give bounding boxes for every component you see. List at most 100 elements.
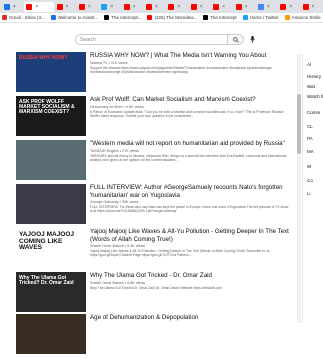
video-item[interactable]: YAJOOJ MAJOOJ COMING LIKE WAVES Yajooj Ma… — [16, 228, 290, 272]
voice-search-button[interactable] — [248, 35, 257, 44]
close-tab-icon[interactable]: × — [13, 4, 16, 10]
video-thumbnail[interactable] — [16, 140, 86, 180]
video-item[interactable]: Age of Dehumanization & Depopulation — [16, 314, 290, 358]
browser-tab[interactable]: × — [189, 2, 210, 12]
side-panel-item[interactable]: Al — [307, 62, 311, 67]
video-title[interactable]: FULL INTERVIEW: Author #GeorgeSamuely re… — [90, 184, 290, 199]
close-tab-icon[interactable]: × — [88, 4, 91, 10]
video-meta: Age of Dehumanization & Depopulation — [90, 314, 290, 322]
bookmark-item[interactable]: Amazon Smile — [284, 15, 321, 20]
bookmark-favicon-icon — [50, 15, 56, 20]
close-tab-icon[interactable]: × — [245, 4, 248, 10]
video-description: A Patron of Economic Update asks: "Can y… — [90, 109, 284, 118]
close-tab-icon[interactable]: × — [110, 4, 113, 10]
browser-tab[interactable]: × — [256, 2, 277, 12]
close-tab-icon[interactable]: × — [177, 4, 180, 10]
browser-tab[interactable]: × — [144, 2, 165, 12]
side-panel-item[interactable]: Li — [307, 191, 311, 196]
video-channel[interactable]: TASS/UR English • 27K views — [90, 149, 290, 153]
tab-favicon-icon — [235, 3, 242, 10]
tab-favicon-icon — [123, 3, 130, 10]
video-thumbnail[interactable]: RUSSIA WHY NOW? — [16, 52, 86, 92]
browser-tab[interactable]: × — [99, 2, 120, 12]
search-button[interactable] — [228, 34, 244, 45]
close-tab-icon[interactable]: × — [133, 4, 136, 10]
side-panel-item[interactable]: MA — [307, 149, 314, 154]
browser-tab[interactable]: × — [24, 1, 54, 12]
browser-tab[interactable]: × — [55, 2, 76, 12]
browser-tab[interactable]: × — [301, 2, 322, 12]
mic-icon — [250, 36, 255, 43]
video-channel[interactable]: Navara TV • 11K views — [90, 61, 290, 65]
browser-tab[interactable]: × — [166, 2, 187, 12]
video-title[interactable]: Yajooj Majooj Like Waves & Alt-Yu Pollut… — [90, 228, 290, 243]
video-channel[interactable]: Sheikh Omar Baloch • 6.8K views — [90, 281, 290, 285]
bookmark-favicon-icon — [242, 15, 248, 20]
bookmark-label: Welcome to Assist... — [57, 15, 99, 20]
search-input[interactable]: Search — [75, 34, 228, 45]
bookmark-label: The Intercept... — [111, 15, 142, 20]
video-item[interactable]: RUSSIA WHY NOW? RUSSIA WHY NOW? | What Th… — [16, 52, 290, 96]
video-thumbnail[interactable] — [16, 184, 86, 224]
bookmark-item[interactable]: (225) The Moredew... — [147, 15, 197, 20]
scrollbar-thumb[interactable] — [297, 94, 301, 154]
bookmark-favicon-icon — [104, 15, 110, 20]
history-side-panel: Al History Wat Watch h Comm CL PA MA W Co Li — [302, 54, 323, 323]
bookmark-item[interactable]: Home / Twitter — [242, 15, 279, 20]
browser-tab[interactable]: × — [77, 2, 98, 12]
video-item[interactable]: Why The Ulama Got Tricked? Dr. Omar Zaid… — [16, 272, 290, 316]
side-panel-item[interactable]: Comm — [307, 110, 320, 115]
video-item[interactable]: FULL INTERVIEW: Author #GeorgeSamuely re… — [16, 184, 290, 228]
video-channel[interactable]: George Galloway • 39K views — [90, 200, 290, 204]
bookmark-item[interactable]: Welcome to Assist... — [50, 15, 99, 20]
side-panel-item[interactable]: PA — [307, 136, 313, 141]
youtube-header: Search — [0, 23, 323, 54]
video-channel[interactable]: Democracy At Work • 4.5K views — [90, 105, 290, 109]
close-tab-icon[interactable]: × — [267, 4, 270, 10]
video-description: Why The Ulama Got Tricked Dr. Omar Zaid … — [90, 285, 223, 290]
side-panel-item[interactable]: W — [307, 164, 311, 169]
close-tab-icon[interactable]: × — [35, 4, 38, 10]
close-tab-icon[interactable]: × — [289, 4, 292, 10]
close-tab-icon[interactable]: × — [200, 4, 203, 10]
video-title[interactable]: RUSSIA WHY NOW? | What The Media Isn't W… — [90, 52, 290, 60]
tab-favicon-icon — [302, 3, 309, 10]
bookmark-favicon-icon — [203, 15, 209, 20]
bookmark-item[interactable]: Gmail - Inbox (3... — [2, 15, 45, 20]
tab-favicon-icon — [257, 3, 264, 10]
tab-favicon-icon — [78, 3, 85, 10]
video-thumbnail[interactable]: ASK PROF WOLFF MARKET SOCIALISM & MARXIS… — [16, 96, 86, 136]
thumbnail-caption: YAJOOJ MAJOOJ COMING LIKE WAVES — [19, 231, 75, 251]
side-panel-item[interactable]: CL — [307, 124, 313, 129]
side-panel-item[interactable]: Wat — [307, 84, 315, 89]
video-title[interactable]: "Western media will not report on humani… — [90, 140, 290, 148]
video-title[interactable]: Why The Ulama Got Tricked - Dr. Omar Zai… — [90, 272, 290, 280]
video-thumbnail[interactable] — [16, 314, 86, 354]
browser-tab[interactable]: × — [2, 2, 23, 12]
video-thumbnail[interactable]: YAJOOJ MAJOOJ COMING LIKE WAVES — [16, 228, 86, 268]
video-channel[interactable]: Sheikh Omar Baloch • 9.4K views — [90, 244, 290, 248]
video-item[interactable]: ASK PROF WOLFF MARKET SOCIALISM & MARXIS… — [16, 96, 290, 140]
video-item[interactable]: "Western media will not report on humani… — [16, 140, 290, 184]
scrollbar[interactable] — [297, 54, 301, 323]
browser-tab[interactable]: × — [211, 2, 232, 12]
browser-tab[interactable]: × — [122, 2, 143, 12]
close-tab-icon[interactable]: × — [66, 4, 69, 10]
browser-tab-strip: × × × × × × × × × × × × × × — [0, 0, 323, 13]
close-tab-icon[interactable]: × — [222, 4, 225, 10]
bookmark-item[interactable]: The Intercept... — [104, 15, 141, 20]
browser-tab[interactable]: × — [278, 2, 299, 12]
browser-tab[interactable]: × — [234, 2, 255, 12]
video-description: FULL INTERVIEW: For those who say Nato h… — [90, 205, 289, 214]
video-title[interactable]: Ask Prof Wolff: Can Market Socialism and… — [90, 96, 290, 104]
bookmark-item[interactable]: The Intercept — [203, 15, 237, 20]
close-tab-icon[interactable]: × — [155, 4, 158, 10]
side-panel-item[interactable]: Co — [307, 178, 313, 183]
side-panel-item[interactable]: Watch h — [307, 94, 323, 99]
side-panel-item[interactable]: History — [307, 74, 321, 79]
video-description: Support the channel https://www.paypal.c… — [90, 65, 272, 74]
bookmark-favicon-icon — [147, 15, 153, 20]
close-tab-icon[interactable]: × — [312, 4, 315, 10]
video-title[interactable]: Age of Dehumanization & Depopulation — [90, 314, 290, 322]
video-thumbnail[interactable]: Why The Ulama Got Tricked? Dr. Omar Zaid — [16, 272, 86, 312]
